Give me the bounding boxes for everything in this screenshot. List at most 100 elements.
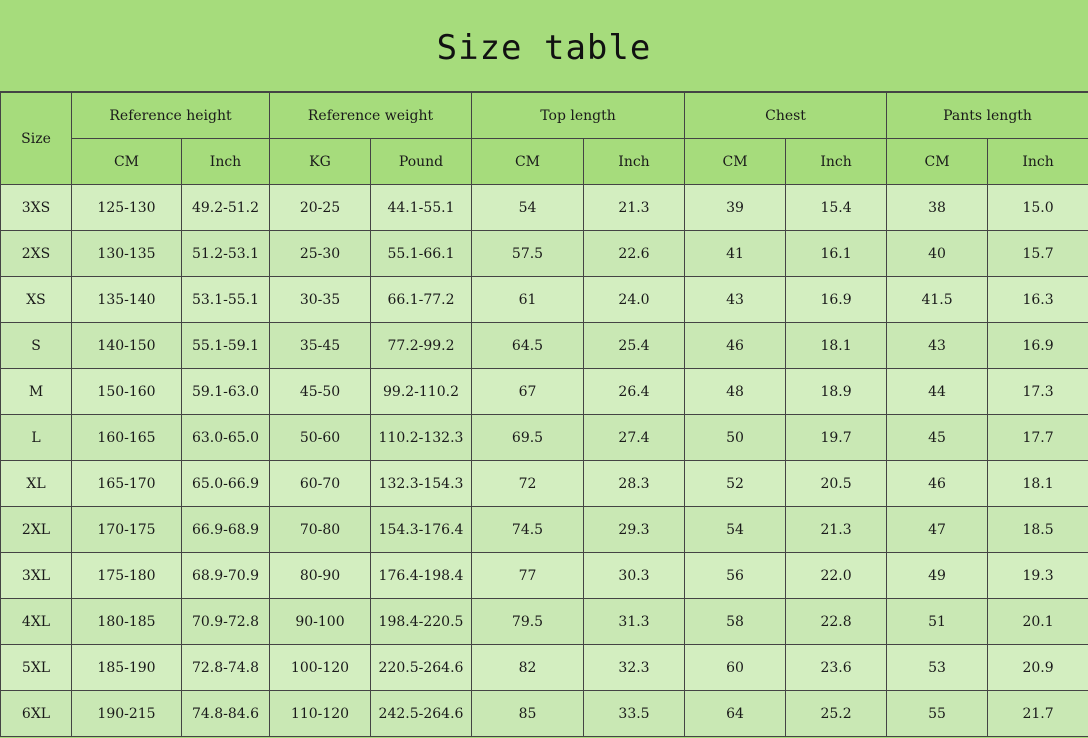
table-row: 4XL 180-185 70.9-72.8 90-100 198.4-220.5 79.5… (0, 598, 1088, 645)
table-cell: 44.1-55.1 (370, 184, 472, 231)
size-label-cell: 3XL (0, 552, 72, 599)
table-cell: 32.3 (582, 644, 686, 691)
header-unit: CM (684, 138, 787, 185)
table-cell: 130-135 (71, 230, 182, 277)
table-cell: 59.1-63.0 (181, 368, 270, 415)
table-cell: 66.9-68.9 (181, 506, 270, 553)
table-cell: 63.0-65.0 (181, 414, 270, 461)
table-cell: 180-185 (71, 598, 182, 645)
header-unit: CM (471, 138, 584, 185)
table-body: 3XS 125-130 49.2-51.2 20-25 44.1-55.1 54 21.3 3… (0, 184, 1088, 737)
header-unit: Inch (785, 138, 888, 185)
page-title: Size table (0, 0, 1088, 92)
table-cell: 47 (886, 506, 989, 553)
table-cell: 54 (471, 184, 584, 231)
table-cell: 185-190 (71, 644, 182, 691)
table-cell: 22.6 (582, 230, 686, 277)
table-row: 3XL 175-180 68.9-70.9 80-90 176.4-198.4 77 30.… (0, 552, 1088, 599)
table-cell: 65.0-66.9 (181, 460, 270, 507)
table-cell: 49.2-51.2 (181, 184, 270, 231)
table-cell: 125-130 (71, 184, 182, 231)
table-cell: 154.3-176.4 (370, 506, 472, 553)
header-unit: Inch (181, 138, 270, 185)
size-table: Size Reference height Reference weight T… (0, 92, 1088, 737)
table-cell: 55.1-59.1 (181, 322, 270, 369)
table-cell: 21.3 (785, 506, 888, 553)
table-cell: 67 (471, 368, 584, 415)
table-cell: 26.4 (582, 368, 686, 415)
table-cell: 24.0 (582, 276, 686, 323)
header-group-top-length: Top length (470, 92, 686, 139)
table-cell: 150-160 (71, 368, 182, 415)
size-label-cell: L (0, 414, 72, 461)
header-unit: Inch (987, 138, 1088, 185)
table-cell: 29.3 (582, 506, 686, 553)
table-cell: 39 (684, 184, 787, 231)
header-unit: Pound (370, 138, 472, 185)
table-cell: 21.7 (987, 690, 1088, 737)
table-cell: 17.3 (987, 368, 1088, 415)
table-cell: 160-165 (71, 414, 182, 461)
table-cell: 70.9-72.8 (181, 598, 270, 645)
table-row: XS 135-140 53.1-55.1 30-35 66.1-77.2 61 24.0 43… (0, 276, 1088, 323)
table-cell: 175-180 (71, 552, 182, 599)
header-group-reference-weight: Reference weight (269, 92, 472, 139)
table-cell: 77 (471, 552, 584, 599)
table-cell: 110.2-132.3 (370, 414, 472, 461)
table-cell: 41 (684, 230, 787, 277)
table-cell: 99.2-110.2 (370, 368, 472, 415)
size-label-cell: 3XS (0, 184, 72, 231)
table-cell: 60-70 (269, 460, 371, 507)
size-label-cell: 2XS (0, 230, 72, 277)
table-cell: 190-215 (71, 690, 182, 737)
size-label-cell: 2XL (0, 506, 72, 553)
table-row: 2XS 130-135 51.2-53.1 25-30 55.1-66.1 57.5 22.… (0, 230, 1088, 277)
table-cell: 69.5 (471, 414, 584, 461)
table-cell: 43 (684, 276, 787, 323)
table-cell: 70-80 (269, 506, 371, 553)
table-cell: 15.4 (785, 184, 888, 231)
table-cell: 19.3 (987, 552, 1088, 599)
table-cell: 33.5 (582, 690, 686, 737)
table-cell: 15.0 (987, 184, 1088, 231)
table-row: L 160-165 63.0-65.0 50-60 110.2-132.3 69.5 27.… (0, 414, 1088, 461)
table-row: 3XS 125-130 49.2-51.2 20-25 44.1-55.1 54 21.3 3… (0, 184, 1088, 231)
table-cell: 27.4 (582, 414, 686, 461)
table-cell: 38 (886, 184, 989, 231)
size-label-cell: XL (0, 460, 72, 507)
table-cell: 49 (886, 552, 989, 599)
table-cell: 45 (886, 414, 989, 461)
table-cell: 74.8-84.6 (181, 690, 270, 737)
table-cell: 23.6 (785, 644, 888, 691)
table-cell: 20.5 (785, 460, 888, 507)
table-header: Size Reference height Reference weight T… (0, 92, 1088, 185)
table-cell: 16.1 (785, 230, 888, 277)
table-cell: 50 (684, 414, 787, 461)
table-cell: 66.1-77.2 (370, 276, 472, 323)
table-cell: 55.1-66.1 (370, 230, 472, 277)
table-cell: 72 (471, 460, 584, 507)
table-cell: 64.5 (471, 322, 584, 369)
table-cell: 25-30 (269, 230, 371, 277)
size-label-cell: 4XL (0, 598, 72, 645)
table-cell: 220.5-264.6 (370, 644, 472, 691)
table-cell: 15.7 (987, 230, 1088, 277)
table-cell: 21.3 (582, 184, 686, 231)
table-cell: 35-45 (269, 322, 371, 369)
table-cell: 77.2-99.2 (370, 322, 472, 369)
table-cell: 72.8-74.8 (181, 644, 270, 691)
table-cell: 16.9 (785, 276, 888, 323)
table-cell: 30.3 (582, 552, 686, 599)
table-cell: 170-175 (71, 506, 182, 553)
size-label-cell: S (0, 322, 72, 369)
size-label-cell: M (0, 368, 72, 415)
table-cell: 140-150 (71, 322, 182, 369)
table-cell: 242.5-264.6 (370, 690, 472, 737)
header-unit: KG (269, 138, 371, 185)
table-cell: 50-60 (269, 414, 371, 461)
size-label-cell: 5XL (0, 644, 72, 691)
table-cell: 25.4 (582, 322, 686, 369)
header-unit: Inch (582, 138, 686, 185)
header-group-pants-length: Pants length (886, 92, 1088, 139)
table-cell: 43 (886, 322, 989, 369)
